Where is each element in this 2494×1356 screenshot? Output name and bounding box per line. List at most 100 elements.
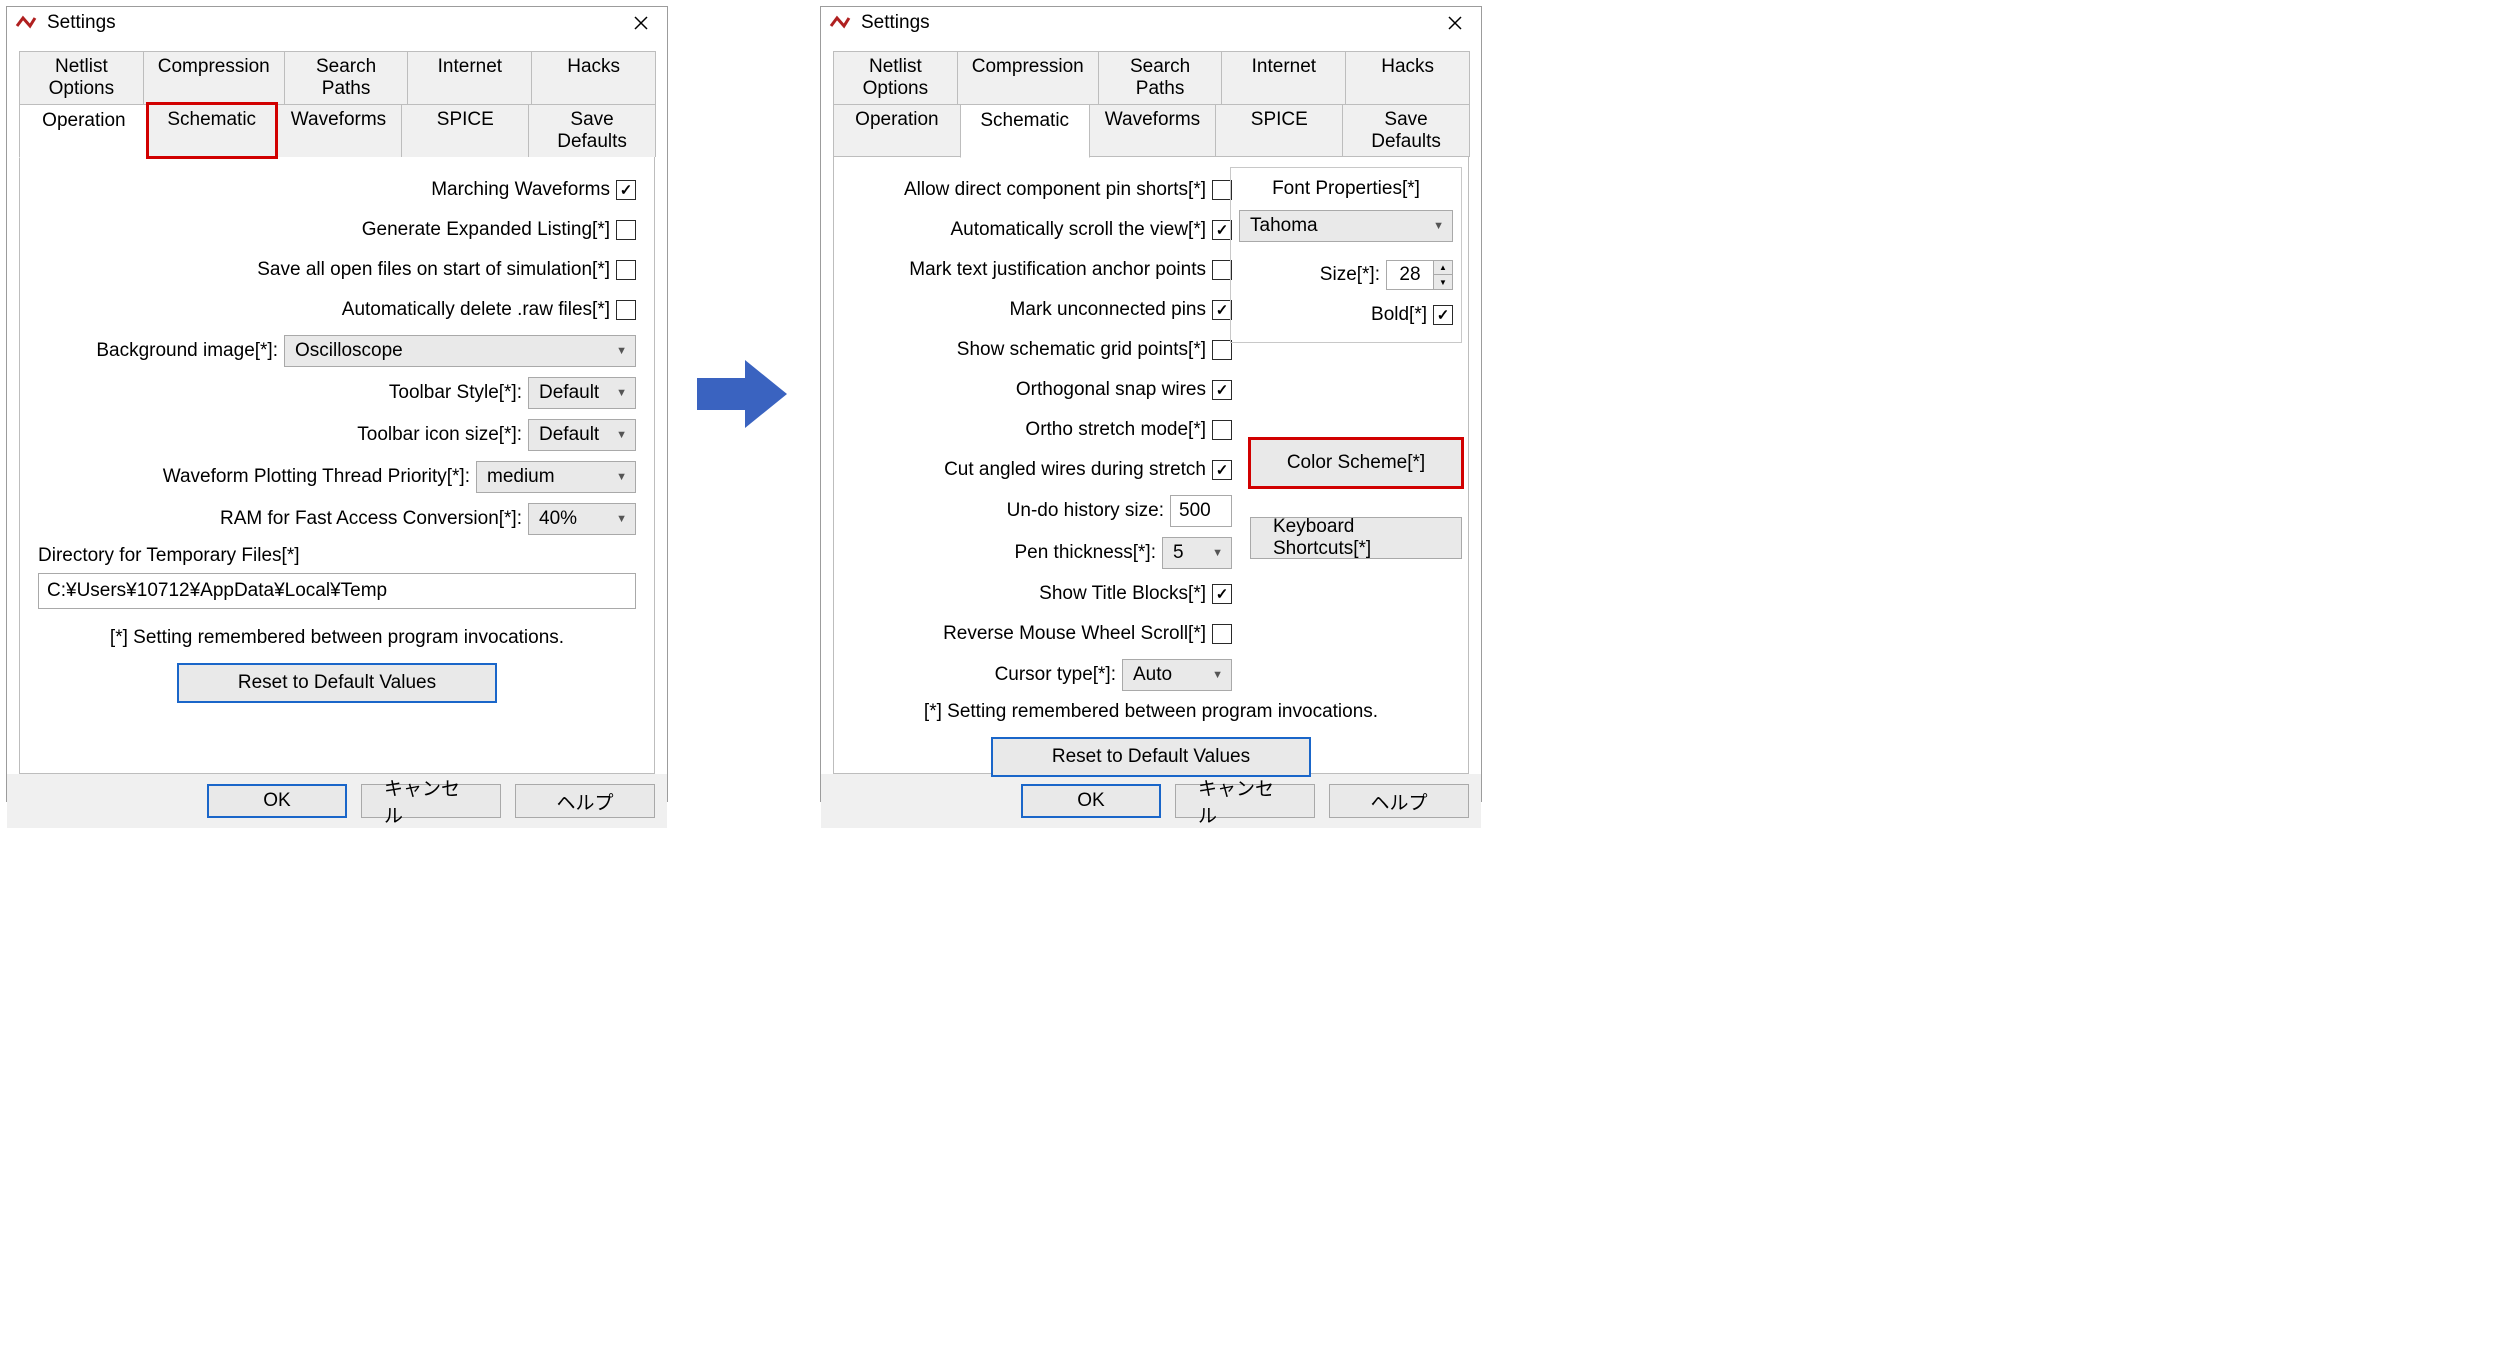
tab-internet[interactable]: Internet xyxy=(1221,51,1346,104)
cancel-label: キャンセル xyxy=(384,774,478,828)
spin-down-icon[interactable]: ▼ xyxy=(1434,275,1452,289)
ortho-snap-checkbox[interactable]: ✓ xyxy=(1212,380,1232,400)
chevron-down-icon: ▼ xyxy=(616,471,627,483)
tab-internet[interactable]: Internet xyxy=(407,51,532,104)
reverse-wheel-label: Reverse Mouse Wheel Scroll[*] xyxy=(943,623,1206,645)
tab-row-top: Netlist Options Compression Search Paths… xyxy=(19,51,655,104)
font-name-dropdown[interactable]: Tahoma▼ xyxy=(1239,210,1453,242)
cursor-type-value: Auto xyxy=(1133,664,1172,686)
tab-operation[interactable]: Operation xyxy=(833,104,961,157)
tab-spice[interactable]: SPICE xyxy=(401,104,529,157)
reset-defaults-button[interactable]: Reset to Default Values xyxy=(991,737,1311,777)
cancel-button[interactable]: キャンセル xyxy=(1175,784,1315,818)
generate-expanded-checkbox[interactable] xyxy=(616,220,636,240)
dialog-footer: OK キャンセル ヘルプ xyxy=(7,774,667,828)
ram-conversion-dropdown[interactable]: 40%▼ xyxy=(528,503,636,535)
auto-delete-raw-label: Automatically delete .raw files[*] xyxy=(342,299,610,321)
tab-netlist-options[interactable]: Netlist Options xyxy=(833,51,958,104)
tab-compression[interactable]: Compression xyxy=(143,51,285,104)
ok-label: OK xyxy=(1077,790,1104,812)
background-image-value: Oscilloscope xyxy=(295,340,403,362)
temp-dir-label: Directory for Temporary Files[*] xyxy=(38,545,636,567)
font-properties-title: Font Properties[*] xyxy=(1239,178,1453,200)
tab-schematic[interactable]: Schematic xyxy=(960,104,1090,158)
undo-size-input[interactable]: 500 xyxy=(1170,495,1232,527)
font-bold-checkbox[interactable]: ✓ xyxy=(1433,305,1453,325)
undo-size-label: Un-do history size: xyxy=(1007,500,1164,522)
chevron-down-icon: ▼ xyxy=(616,513,627,525)
reset-defaults-button[interactable]: Reset to Default Values xyxy=(177,663,497,703)
chevron-down-icon: ▼ xyxy=(616,345,627,357)
font-size-spinner[interactable]: 28 ▲▼ xyxy=(1386,260,1453,290)
save-open-files-label: Save all open files on start of simulati… xyxy=(257,259,610,281)
show-grid-checkbox[interactable] xyxy=(1212,340,1232,360)
tab-save-defaults[interactable]: Save Defaults xyxy=(528,104,656,157)
chevron-down-icon: ▼ xyxy=(616,387,627,399)
app-logo-icon xyxy=(15,12,37,34)
tab-row-top: Netlist Options Compression Search Paths… xyxy=(833,51,1469,104)
allow-pin-shorts-checkbox[interactable] xyxy=(1212,180,1232,200)
cut-angled-checkbox[interactable]: ✓ xyxy=(1212,460,1232,480)
spin-up-icon[interactable]: ▲ xyxy=(1434,261,1452,275)
auto-scroll-checkbox[interactable]: ✓ xyxy=(1212,220,1232,240)
auto-delete-raw-checkbox[interactable] xyxy=(616,300,636,320)
ok-button[interactable]: OK xyxy=(207,784,347,818)
toolbar-icon-size-dropdown[interactable]: Default▼ xyxy=(528,419,636,451)
keyboard-shortcuts-button[interactable]: Keyboard Shortcuts[*] xyxy=(1250,517,1462,559)
pen-thickness-dropdown[interactable]: 5▼ xyxy=(1162,537,1232,569)
cursor-type-dropdown[interactable]: Auto ▼ xyxy=(1122,659,1232,691)
color-scheme-label: Color Scheme[*] xyxy=(1287,452,1425,474)
help-button[interactable]: ヘルプ xyxy=(515,784,655,818)
tab-search-paths[interactable]: Search Paths xyxy=(1098,51,1223,104)
tabs-area: Netlist Options Compression Search Paths… xyxy=(7,39,667,774)
font-name-value: Tahoma xyxy=(1250,215,1318,237)
close-icon xyxy=(634,16,648,30)
thread-priority-dropdown[interactable]: medium▼ xyxy=(476,461,636,493)
chevron-down-icon: ▼ xyxy=(1212,669,1223,681)
cancel-label: キャンセル xyxy=(1198,774,1292,828)
tab-panel-schematic: Allow direct component pin shorts[*] Aut… xyxy=(833,156,1469,774)
ortho-stretch-checkbox[interactable] xyxy=(1212,420,1232,440)
close-button[interactable] xyxy=(619,7,663,39)
help-button[interactable]: ヘルプ xyxy=(1329,784,1469,818)
show-title-blocks-checkbox[interactable]: ✓ xyxy=(1212,584,1232,604)
undo-size-value: 500 xyxy=(1179,500,1211,522)
tab-hacks[interactable]: Hacks xyxy=(1345,51,1470,104)
tab-row-bottom: Operation Schematic Waveforms SPICE Save… xyxy=(833,104,1469,157)
tab-hacks[interactable]: Hacks xyxy=(531,51,656,104)
tab-compression[interactable]: Compression xyxy=(957,51,1099,104)
auto-scroll-label: Automatically scroll the view[*] xyxy=(950,219,1206,241)
tab-schematic[interactable]: Schematic xyxy=(148,104,276,157)
close-icon xyxy=(1448,16,1462,30)
tab-panel-operation: Marching Waveforms✓ Generate Expanded Li… xyxy=(19,156,655,774)
mark-unconnected-checkbox[interactable]: ✓ xyxy=(1212,300,1232,320)
tab-spice[interactable]: SPICE xyxy=(1215,104,1343,157)
show-grid-label: Show schematic grid points[*] xyxy=(957,339,1206,361)
background-image-dropdown[interactable]: Oscilloscope ▼ xyxy=(284,335,636,367)
tabs-area: Netlist Options Compression Search Paths… xyxy=(821,39,1481,774)
cancel-button[interactable]: キャンセル xyxy=(361,784,501,818)
footnote: [*] Setting remembered between program i… xyxy=(38,627,636,649)
tab-operation[interactable]: Operation xyxy=(19,104,149,158)
ok-button[interactable]: OK xyxy=(1021,784,1161,818)
mark-anchor-checkbox[interactable] xyxy=(1212,260,1232,280)
font-size-label: Size[*]: xyxy=(1320,264,1380,286)
reverse-wheel-checkbox[interactable] xyxy=(1212,624,1232,644)
keyboard-shortcuts-label: Keyboard Shortcuts[*] xyxy=(1273,516,1439,560)
tab-waveforms[interactable]: Waveforms xyxy=(275,104,403,157)
tab-search-paths[interactable]: Search Paths xyxy=(284,51,409,104)
save-open-files-checkbox[interactable] xyxy=(616,260,636,280)
marching-waveforms-checkbox[interactable]: ✓ xyxy=(616,180,636,200)
temp-dir-input[interactable]: C:¥Users¥10712¥AppData¥Local¥Temp xyxy=(38,573,636,609)
help-label: ヘルプ xyxy=(556,788,613,815)
tab-save-defaults[interactable]: Save Defaults xyxy=(1342,104,1470,157)
tab-waveforms[interactable]: Waveforms xyxy=(1089,104,1217,157)
window-title: Settings xyxy=(47,12,619,34)
tab-row-bottom: Operation Schematic Waveforms SPICE Save… xyxy=(19,104,655,157)
ram-conversion-label: RAM for Fast Access Conversion[*]: xyxy=(220,508,522,530)
toolbar-style-dropdown[interactable]: Default▼ xyxy=(528,377,636,409)
dialog-footer: OK キャンセル ヘルプ xyxy=(821,774,1481,828)
tab-netlist-options[interactable]: Netlist Options xyxy=(19,51,144,104)
close-button[interactable] xyxy=(1433,7,1477,39)
color-scheme-button[interactable]: Color Scheme[*] xyxy=(1250,439,1462,487)
